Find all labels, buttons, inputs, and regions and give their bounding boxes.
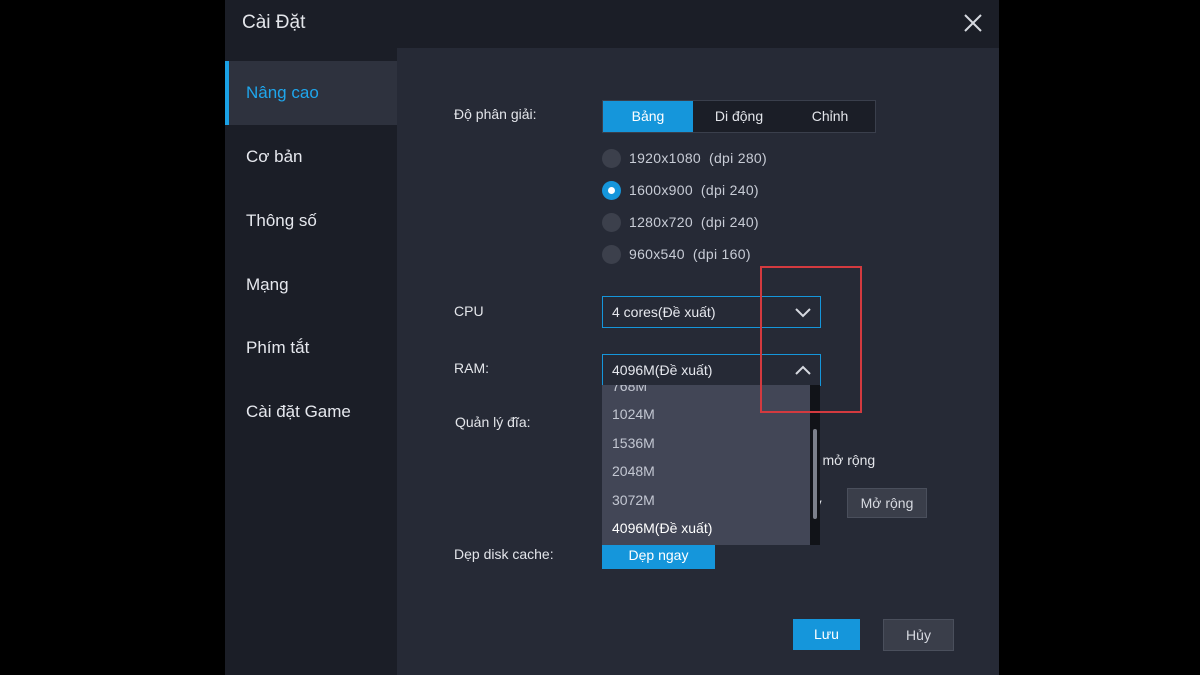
resolution-option-1280[interactable]: 1280x720 (dpi 240) (602, 211, 759, 233)
sidebar: Nâng cao Cơ bản Thông số Mạng Phím tắt C… (225, 48, 397, 675)
cpu-label: CPU (454, 303, 484, 319)
chevron-down-icon (795, 308, 811, 318)
sidebar-item-label: Phím tắt (246, 338, 310, 357)
cache-label: Dẹp disk cache: (454, 546, 554, 562)
sidebar-item-game-settings[interactable]: Cài đặt Game (225, 380, 397, 444)
sidebar-item-label: Mạng (246, 275, 289, 294)
sidebar-item-advanced[interactable]: Nâng cao (225, 61, 397, 125)
sidebar-item-specs[interactable]: Thông số (225, 189, 397, 253)
ram-option-768[interactable]: 768M (612, 385, 647, 394)
cpu-select[interactable]: 4 cores(Đề xuất) (602, 296, 821, 328)
radio-button (602, 212, 621, 232)
ram-option-1024[interactable]: 1024M (612, 406, 655, 422)
close-button[interactable] (961, 11, 985, 35)
cancel-button[interactable]: Hủy (883, 619, 954, 651)
expand-button[interactable]: Mở rộng (847, 488, 927, 518)
dialog-title: Cài Đặt (242, 12, 306, 33)
radio-button (602, 244, 621, 264)
resolution-label: Độ phân giải: (454, 106, 537, 122)
title-bar: Cài Đặt (225, 0, 999, 48)
radio-button-checked (602, 180, 621, 200)
sidebar-item-basic[interactable]: Cơ bản (225, 125, 397, 189)
resolution-option-1600[interactable]: 1600x900 (dpi 240) (602, 179, 759, 201)
sidebar-item-network[interactable]: Mạng (225, 253, 397, 317)
sidebar-item-label: Thông số (246, 211, 317, 230)
resolution-dpi: (dpi 240) (700, 214, 759, 230)
ram-label: RAM: (454, 360, 489, 376)
tab-tablet[interactable]: Bảng (603, 101, 693, 132)
resolution-dpi: (dpi 280) (709, 150, 767, 166)
sidebar-item-shortcuts[interactable]: Phím tắt (225, 316, 397, 380)
ram-value: 4096M(Đề xuất) (612, 362, 713, 378)
resolution-dpi: (dpi 240) (700, 182, 759, 198)
chevron-up-icon (795, 365, 811, 375)
disk-label: Quản lý đĩa: (455, 414, 531, 430)
radio-button (602, 148, 621, 168)
ram-option-1536[interactable]: 1536M (612, 435, 655, 451)
resolution-option-1920[interactable]: 1920x1080 (dpi 280) (602, 147, 767, 169)
settings-dialog: Cài Đặt Nâng cao Cơ bản Thông số Mạng Ph… (225, 0, 999, 675)
resolution-size: 1920x1080 (629, 150, 701, 166)
resolution-mode-tabs: Bảng Di động Chỉnh (602, 100, 876, 133)
resolution-size: 1280x720 (629, 214, 693, 230)
settings-content: Độ phân giải: Bảng Di động Chỉnh 1920x10… (397, 48, 999, 675)
clear-cache-button[interactable]: Dẹp ngay (602, 541, 715, 569)
ram-option-4096[interactable]: 4096M(Đề xuất) (612, 520, 712, 536)
ram-option-2048[interactable]: 2048M (612, 463, 655, 479)
close-icon (964, 14, 982, 32)
resolution-dpi: (dpi 160) (692, 246, 751, 262)
scrollbar-thumb[interactable] (813, 429, 817, 519)
dropdown-scrollbar[interactable] (810, 385, 820, 545)
ram-option-3072[interactable]: 3072M (612, 492, 655, 508)
save-button[interactable]: Lưu (793, 619, 860, 650)
sidebar-item-label: Cài đặt Game (246, 402, 351, 421)
resolution-size: 960x540 (629, 246, 685, 262)
resolution-size: 1600x900 (629, 182, 693, 198)
sidebar-item-label: Cơ bản (246, 147, 303, 166)
sidebar-item-label: Nâng cao (246, 83, 319, 102)
tab-mobile[interactable]: Di động (693, 101, 785, 132)
ram-dropdown-list: 768M 1024M 1536M 2048M 3072M 4096M(Đề xu… (602, 385, 820, 545)
tab-custom[interactable]: Chỉnh (785, 101, 875, 132)
cpu-value: 4 cores(Đề xuất) (612, 304, 716, 320)
ram-select[interactable]: 4096M(Đề xuất) (602, 354, 821, 386)
resolution-option-960[interactable]: 960x540 (dpi 160) (602, 243, 751, 265)
